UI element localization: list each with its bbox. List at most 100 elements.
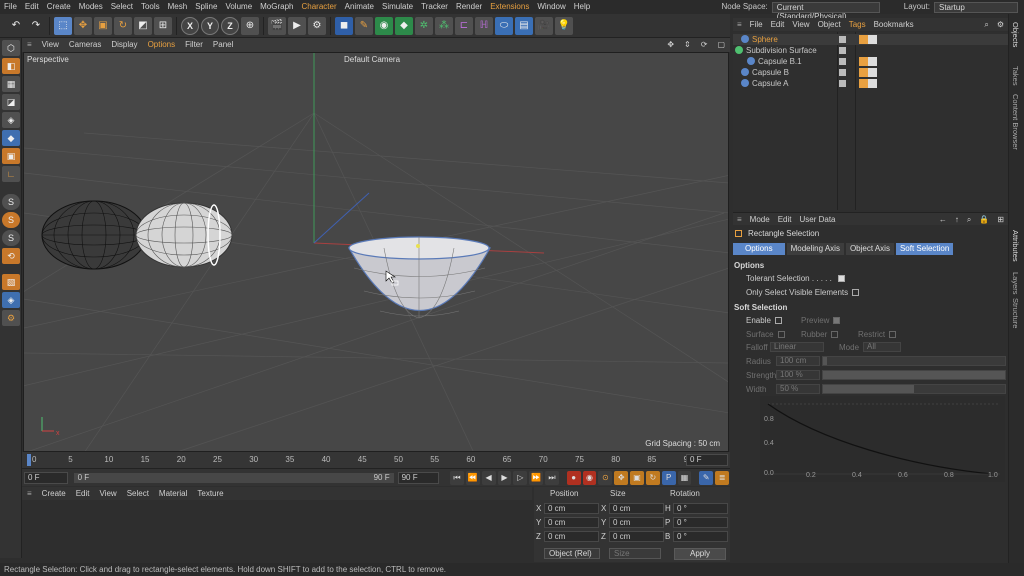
tag-icon[interactable] [859, 68, 877, 77]
tolerant-selection-checkbox[interactable] [838, 275, 846, 282]
menu-simulate[interactable]: Simulate [378, 0, 417, 14]
viewport-maximize-icon[interactable]: ▢ [712, 38, 730, 52]
quantize-icon[interactable]: S [2, 230, 20, 246]
pla-key-icon[interactable]: ▦ [677, 470, 692, 485]
menu-render[interactable]: Render [452, 0, 486, 14]
size-z-field[interactable]: 0 cm [609, 531, 664, 542]
mode-dropdown[interactable]: All [863, 342, 901, 352]
timeline-icon[interactable]: ✎ [699, 470, 714, 485]
material-menu-view[interactable]: View [94, 487, 121, 500]
strength-slider[interactable] [822, 370, 1006, 380]
menu-edit[interactable]: Edit [21, 0, 43, 14]
texture-mode-icon[interactable]: ▦ [2, 76, 20, 92]
falloff-curve-graph[interactable]: 0.8 0.4 0.0 0.2 0.4 0.6 0.8 1.0 [760, 396, 1005, 482]
menu-mograph[interactable]: MoGraph [256, 0, 297, 14]
make-editable-icon[interactable]: ⬡ [2, 40, 20, 56]
subdivision-surface-icon[interactable]: ◉ [375, 16, 393, 35]
surface-checkbox[interactable] [777, 331, 785, 338]
menu-mesh[interactable]: Mesh [164, 0, 192, 14]
tag-icon[interactable] [859, 79, 877, 88]
side-tab-takes[interactable]: Takes [1011, 66, 1020, 86]
viewport-menu-panel[interactable]: Panel [208, 38, 238, 52]
timeline-ruler[interactable]: 051015202530354045505560657075808590 0 F [22, 452, 730, 468]
restrict-row[interactable]: Restrict [858, 330, 897, 339]
menu-volume[interactable]: Volume [221, 0, 256, 14]
attribute-menu-user-data[interactable]: User Data [795, 213, 839, 226]
record-icon[interactable]: ● [566, 470, 581, 485]
visibility-toggle[interactable] [839, 80, 846, 87]
object-menu-object[interactable]: Object [814, 18, 845, 31]
menu-animate[interactable]: Animate [341, 0, 378, 14]
object-row-subdivision-surface[interactable]: Subdivision Surface [733, 45, 1008, 56]
size-mode-dropdown[interactable]: Size [609, 548, 661, 559]
strength-field[interactable]: 100 % [776, 370, 820, 380]
play-icon[interactable]: ▶ [497, 470, 512, 485]
tweak-mode-icon[interactable]: ⚙ [2, 310, 20, 326]
lock-workplane-icon[interactable]: ⟲ [2, 248, 20, 264]
width-field[interactable]: 50 % [776, 384, 820, 394]
material-menu-edit[interactable]: Edit [71, 487, 95, 500]
playhead[interactable] [27, 454, 31, 466]
prev-frame-icon[interactable]: ◀ [481, 470, 496, 485]
keyframe-selection-icon[interactable]: ⊙ [598, 470, 613, 485]
object-row-capsule-a[interactable]: Capsule A [733, 78, 1008, 89]
new-window-icon[interactable]: ⊞ [993, 213, 1008, 226]
recent-tools-icon[interactable]: ◩ [134, 16, 152, 35]
tag-icon[interactable] [859, 35, 877, 44]
material-menu-create[interactable]: Create [37, 487, 71, 500]
scale-icon[interactable]: ▣ [94, 16, 112, 35]
size-y-field[interactable]: 0 cm [609, 517, 664, 528]
workplane-icon[interactable]: ◪ [2, 94, 20, 110]
material-menu-texture[interactable]: Texture [192, 487, 228, 500]
attribute-menu-edit[interactable]: Edit [774, 213, 796, 226]
object-menu-bookmarks[interactable]: Bookmarks [870, 18, 918, 31]
end-frame-field[interactable]: 90 F [397, 471, 440, 484]
menu-tools[interactable]: Tools [137, 0, 164, 14]
viewport-solo-icon[interactable]: ◈ [2, 292, 20, 308]
edges-mode-icon[interactable]: ▣ [2, 148, 20, 164]
enable-checkbox[interactable] [774, 317, 782, 324]
camera-icon[interactable]: 🎥 [535, 16, 553, 35]
position-key-icon[interactable]: ✥ [614, 470, 629, 485]
tab-options[interactable]: Options [733, 243, 785, 255]
side-tab-content-browser[interactable]: Content Browser [1011, 94, 1020, 150]
undo-icon[interactable]: ↶ [7, 17, 25, 35]
rotation-key-icon[interactable]: ↻ [645, 470, 660, 485]
side-tab-objects[interactable]: Objects [1011, 22, 1020, 47]
tab-object-axis[interactable]: Object Axis [845, 243, 894, 255]
object-menu-file[interactable]: File [746, 18, 767, 31]
deformer-icon[interactable]: ⊏ [455, 16, 473, 35]
light-icon[interactable]: 💡 [555, 16, 573, 35]
side-tab-structure[interactable]: Structure [1011, 298, 1020, 328]
x-axis-lock-button[interactable]: X [181, 16, 199, 35]
y-axis-lock-button[interactable]: Y [201, 16, 219, 35]
rubber-checkbox[interactable] [831, 331, 839, 338]
attribute-menu-mode[interactable]: Mode [746, 213, 774, 226]
viewport-perspective[interactable]: x Perspective Default Camera Grid Spacin… [23, 52, 729, 452]
start-frame-field[interactable]: 0 F [24, 471, 68, 484]
enable-row[interactable]: Enable [746, 316, 782, 325]
radius-slider[interactable] [822, 356, 1006, 366]
viewport-menu-view[interactable]: View [37, 38, 64, 52]
mograph-icon[interactable]: ⁂ [435, 16, 453, 35]
menu-modes[interactable]: Modes [75, 0, 107, 14]
viewport-menu-options[interactable]: Options [143, 38, 181, 52]
polygons-mode-icon[interactable]: ◆ [2, 130, 20, 146]
visibility-toggle[interactable] [839, 58, 846, 65]
z-axis-lock-button[interactable]: Z [221, 16, 239, 35]
preview-checkbox[interactable] [833, 317, 841, 324]
object-search-icon[interactable]: ⌕ [980, 18, 992, 31]
menu-window[interactable]: Window [533, 0, 569, 14]
viewport-menu-filter[interactable]: Filter [180, 38, 208, 52]
parameter-key-icon[interactable]: P [661, 470, 676, 485]
solo-icon[interactable]: ▧ [2, 274, 20, 290]
next-key-icon[interactable]: ⏩ [529, 470, 544, 485]
extrude-generator-icon[interactable]: ◆ [395, 16, 413, 35]
rot-h-field[interactable]: 0 ° [673, 503, 728, 514]
menu-character[interactable]: Character [298, 0, 341, 14]
rubber-row[interactable]: Rubber [801, 330, 839, 339]
visibility-toggle[interactable] [839, 36, 846, 43]
current-frame-field[interactable]: 0 F [686, 454, 728, 466]
autokey-icon[interactable]: ◉ [582, 470, 597, 485]
goto-end-icon[interactable]: ⏭ [545, 470, 559, 485]
